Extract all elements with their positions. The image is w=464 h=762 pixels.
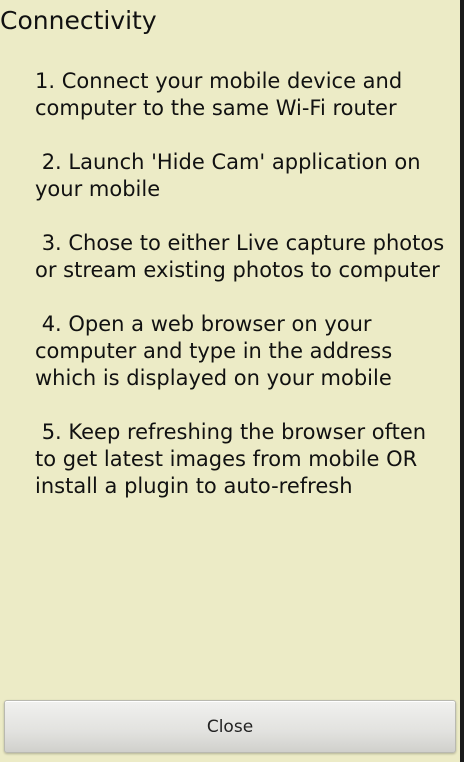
instruction-list: 1. Connect your mobile device and comput… bbox=[35, 68, 445, 500]
dialog-title: Connectivity bbox=[0, 6, 157, 35]
window-edge bbox=[460, 0, 464, 762]
instruction-step-4: 4. Open a web browser on your computer a… bbox=[35, 312, 399, 390]
dialog-window: Connectivity 1. Connect your mobile devi… bbox=[0, 0, 464, 762]
instruction-step-3: 3. Chose to either Live capture photos o… bbox=[35, 231, 451, 282]
instruction-step-2: 2. Launch 'Hide Cam' application on your… bbox=[35, 150, 428, 201]
instruction-step-5: 5. Keep refreshing the browser often to … bbox=[35, 420, 433, 498]
instruction-step-1: 1. Connect your mobile device and comput… bbox=[35, 69, 409, 120]
close-button[interactable]: Close bbox=[4, 700, 456, 753]
